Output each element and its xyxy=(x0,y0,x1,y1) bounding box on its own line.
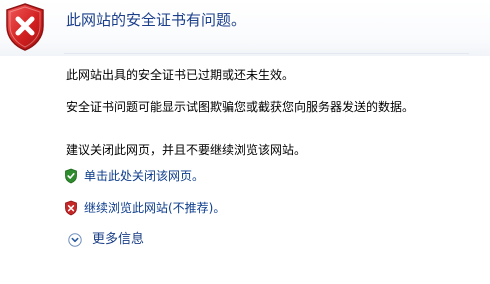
header-band: 此网站的安全证书有问题。 xyxy=(0,0,490,56)
more-info-toggle[interactable]: 更多信息 xyxy=(68,231,144,249)
red-shield-x-icon xyxy=(6,3,44,51)
close-page-link[interactable]: 单击此处关闭该网页。 xyxy=(64,167,204,185)
continue-site-link[interactable]: 继续浏览此网站(不推荐)。 xyxy=(64,199,225,217)
certificate-error-page: 此网站的安全证书有问题。 此网站出具的安全证书已过期或还未生效。 安全证书问题可… xyxy=(0,0,490,284)
more-info-label[interactable]: 更多信息 xyxy=(92,231,144,249)
chevron-down-circle-icon xyxy=(68,233,82,247)
certificate-expired-text: 此网站出具的安全证书已过期或还未生效。 xyxy=(66,68,295,82)
close-page-link-label[interactable]: 单击此处关闭该网页。 xyxy=(84,168,204,184)
continue-site-link-label[interactable]: 继续浏览此网站(不推荐)。 xyxy=(84,200,225,216)
recommendation-text: 建议关闭此网页，并且不要继续浏览该网站。 xyxy=(66,143,307,157)
green-shield-check-icon xyxy=(65,168,77,184)
header-divider xyxy=(64,53,469,54)
certificate-warning-text: 安全证书问题可能显示试图欺骗您或截获您向服务器发送的数据。 xyxy=(66,100,415,114)
page-title: 此网站的安全证书有问题。 xyxy=(66,11,247,29)
red-shield-x-small-icon xyxy=(65,200,77,216)
